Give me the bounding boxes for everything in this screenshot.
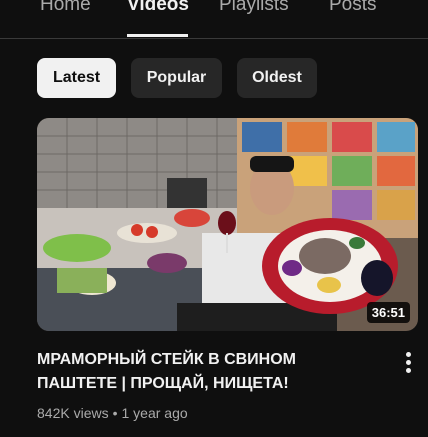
more-vert-icon[interactable] (398, 350, 418, 376)
thumbnail-image (37, 118, 418, 331)
tab-videos[interactable]: Videos (127, 0, 189, 16)
more-dot (406, 352, 411, 357)
tab-home[interactable]: Home (40, 0, 91, 16)
channel-tabs: Home Videos Playlists Posts (0, 0, 428, 39)
chip-popular[interactable]: Popular (131, 58, 222, 98)
active-tab-indicator (127, 34, 188, 37)
chip-latest[interactable]: Latest (37, 58, 116, 98)
view-count: 842K views (37, 405, 109, 421)
chip-oldest[interactable]: Oldest (237, 58, 317, 98)
video-duration-badge: 36:51 (366, 302, 410, 323)
video-thumbnail[interactable]: 36:51 (37, 118, 418, 331)
more-dot (406, 360, 411, 365)
tab-posts[interactable]: Posts (329, 0, 377, 16)
video-metadata: 842K views • 1 year ago (37, 405, 188, 421)
video-title[interactable]: МРАМОРНЫЙ СТЕЙК В СВИНОМ ПАШТЕТЕ | ПРОЩА… (37, 348, 377, 396)
more-dot (406, 368, 411, 373)
tab-playlists[interactable]: Playlists (219, 0, 289, 16)
meta-separator: • (112, 405, 118, 421)
upload-age: 1 year ago (121, 405, 188, 421)
